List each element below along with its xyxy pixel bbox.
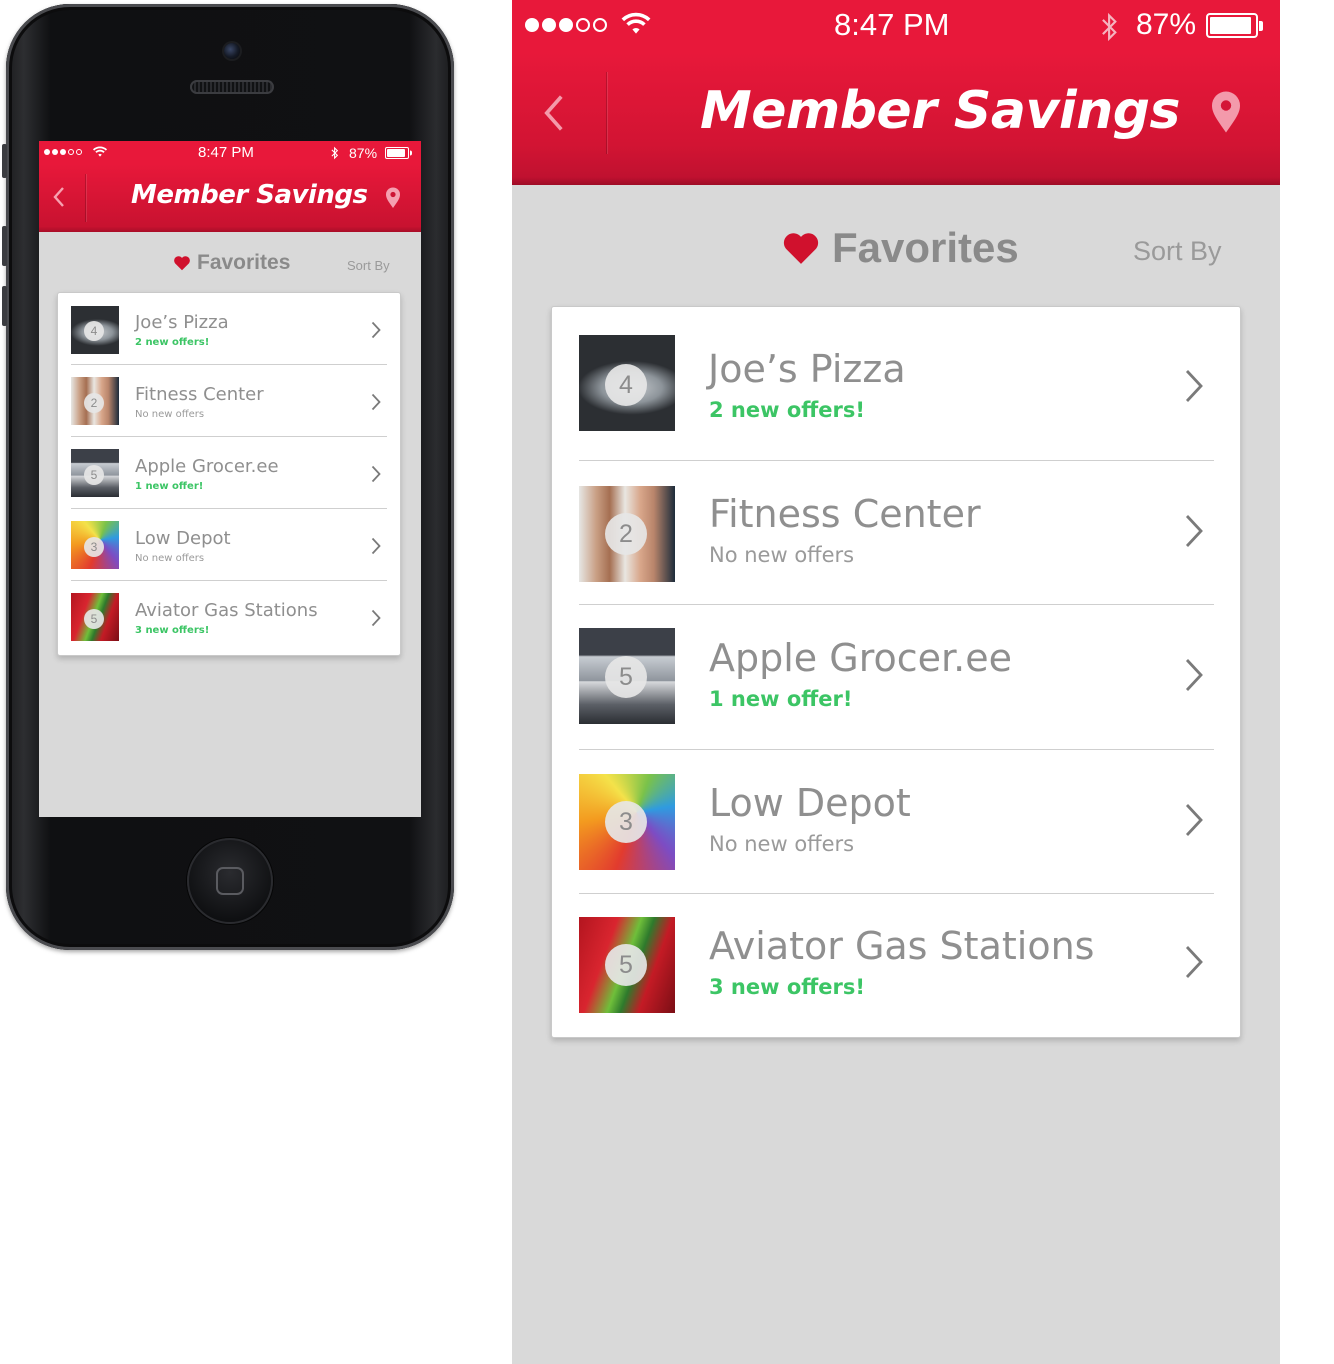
heart-icon	[174, 256, 190, 271]
mini-status-bar: 8:47 PM 87%	[39, 141, 421, 164]
list-item[interactable]: 5 Apple Grocer.ee 1 new offer!	[58, 437, 400, 509]
chevron-right-icon	[1185, 804, 1203, 836]
store-name: Apple Grocer.ee	[135, 456, 279, 477]
earpiece-speaker	[190, 80, 274, 94]
app-screen: 8:47 PM 87% Member Savings Favorites Sor…	[512, 0, 1280, 1364]
mini-nav-bar: Member Savings	[39, 164, 421, 232]
nav-divider	[85, 174, 86, 222]
back-chevron-icon[interactable]	[53, 186, 65, 208]
offers-status: No new offers	[709, 543, 855, 567]
list-item[interactable]: 2 Fitness Center No new offers	[58, 365, 400, 437]
favorites-label: Favorites	[832, 224, 1019, 271]
bluetooth-icon	[331, 146, 339, 160]
battery-percent: 87%	[349, 145, 378, 161]
chevron-right-icon	[371, 393, 381, 411]
store-name: Joe’s Pizza	[135, 312, 229, 333]
heart-icon	[783, 233, 819, 264]
offers-status: No new offers	[135, 409, 205, 420]
store-name: Low Depot	[709, 781, 911, 825]
list-item[interactable]: 5 Apple Grocer.ee 1 new offer!	[552, 605, 1240, 750]
offer-count-badge: 3	[605, 801, 647, 843]
store-name: Aviator Gas Stations	[135, 600, 318, 621]
offer-count-badge: 2	[605, 513, 647, 555]
map-pin-icon[interactable]	[1210, 90, 1242, 135]
phone-screen: 8:47 PM 87% Member Savings Favorites Sor…	[39, 141, 421, 817]
offers-status: No new offers	[709, 832, 855, 856]
store-name: Apple Grocer.ee	[709, 636, 1012, 680]
list-item[interactable]: 4 Joe’s Pizza 2 new offers!	[552, 307, 1240, 461]
status-bar: 8:47 PM 87%	[512, 0, 1280, 52]
volume-up-button	[2, 226, 7, 266]
wifi-icon	[93, 146, 107, 157]
list-item[interactable]: 3 Low Depot No new offers	[552, 750, 1240, 894]
back-chevron-icon[interactable]	[542, 93, 566, 133]
map-pin-icon[interactable]	[385, 187, 401, 209]
signal-strength-icon	[525, 18, 607, 32]
chevron-right-icon	[1185, 515, 1203, 547]
chevron-right-icon	[1185, 946, 1203, 978]
chevron-right-icon	[371, 465, 381, 483]
offers-status: No new offers	[135, 553, 205, 564]
battery-percent: 87%	[1136, 8, 1197, 41]
offers-status: 2 new offers!	[135, 337, 210, 348]
mini-title: Member Savings	[131, 180, 368, 210]
bluetooth-icon	[1102, 12, 1117, 42]
offer-count-badge: 3	[84, 537, 104, 557]
volume-down-button	[2, 286, 7, 326]
list-item[interactable]: 5 Aviator Gas Stations 3 new offers!	[552, 894, 1240, 1037]
list-item[interactable]: 5 Aviator Gas Stations 3 new offers!	[58, 581, 400, 653]
sort-by-button[interactable]: Sort By	[1133, 236, 1222, 267]
store-name: Fitness Center	[135, 384, 264, 405]
offers-status: 1 new offer!	[135, 481, 204, 492]
chevron-right-icon	[371, 321, 381, 339]
offers-status: 3 new offers!	[709, 975, 865, 999]
list-item[interactable]: 2 Fitness Center No new offers	[552, 461, 1240, 605]
favorites-header: Favorites	[782, 224, 1019, 272]
offer-count-badge: 5	[605, 944, 647, 986]
offer-count-badge: 2	[84, 393, 104, 413]
nav-bar: Member Savings	[512, 52, 1280, 185]
offer-count-badge: 5	[84, 609, 104, 629]
page-title: Member Savings	[700, 81, 1180, 141]
wifi-icon	[621, 12, 651, 34]
list-item[interactable]: 4 Joe’s Pizza 2 new offers!	[58, 293, 400, 365]
list-item[interactable]: 3 Low Depot No new offers	[58, 509, 400, 581]
battery-icon	[1206, 13, 1263, 38]
offer-count-badge: 4	[605, 364, 647, 406]
store-name: Joe’s Pizza	[708, 347, 906, 391]
offers-status: 3 new offers!	[135, 625, 210, 636]
sort-by-button[interactable]: Sort By	[347, 258, 390, 273]
store-name: Fitness Center	[709, 492, 981, 536]
favorites-label: Favorites	[197, 251, 291, 274]
signal-strength-icon	[44, 149, 82, 155]
chevron-right-icon	[371, 609, 381, 627]
home-button	[187, 838, 273, 924]
offer-count-badge: 4	[84, 321, 104, 341]
chevron-right-icon	[371, 537, 381, 555]
front-camera	[224, 43, 240, 59]
chevron-right-icon	[1185, 370, 1203, 402]
chevron-right-icon	[1185, 659, 1203, 691]
offer-count-badge: 5	[84, 465, 104, 485]
mute-switch	[2, 144, 7, 178]
battery-icon	[385, 147, 412, 159]
status-time: 8:47 PM	[198, 144, 254, 161]
offers-status: 1 new offer!	[709, 687, 853, 711]
favorites-list: 4 Joe’s Pizza 2 new offers! 2 Fitness Ce…	[57, 292, 401, 656]
status-time: 8:47 PM	[834, 7, 950, 42]
store-name: Low Depot	[135, 528, 231, 549]
favorites-list: 4 Joe’s Pizza 2 new offers! 2 Fitness Ce…	[551, 306, 1241, 1038]
favorites-header: Favorites	[173, 251, 290, 275]
store-name: Aviator Gas Stations	[709, 924, 1095, 968]
offer-count-badge: 5	[605, 656, 647, 698]
nav-divider	[606, 72, 607, 154]
offers-status: 2 new offers!	[709, 398, 865, 422]
